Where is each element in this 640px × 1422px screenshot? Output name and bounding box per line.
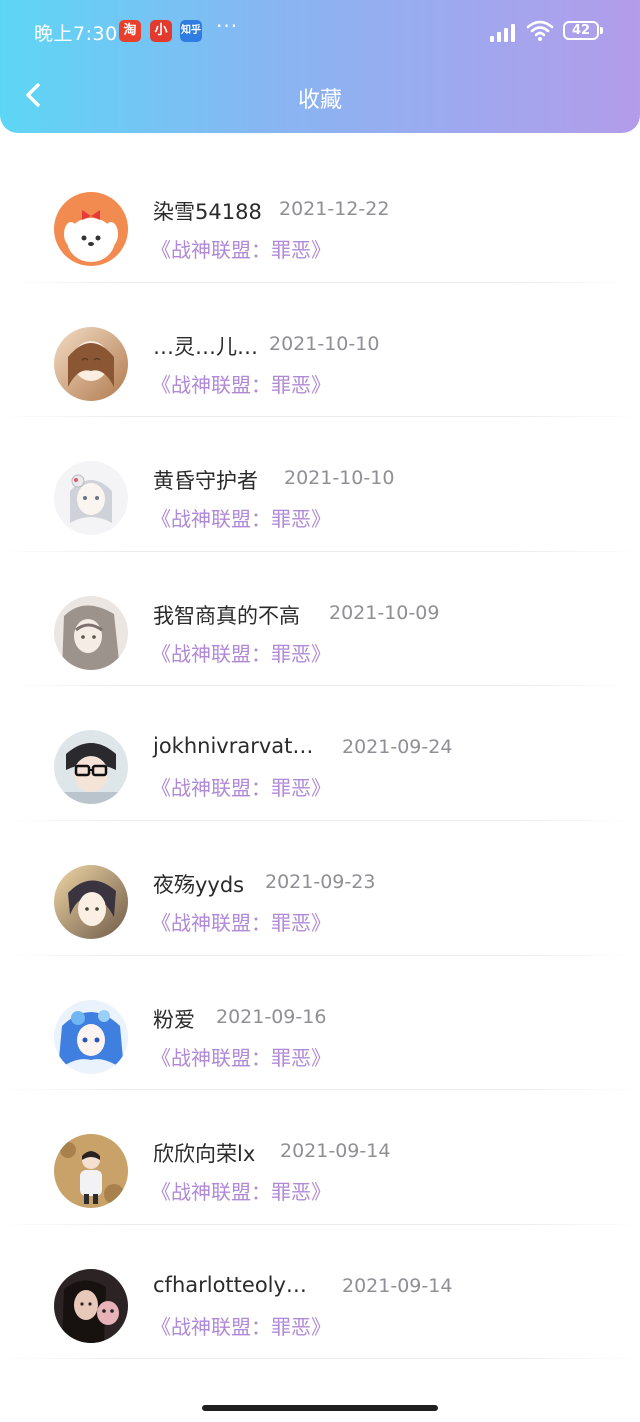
row-divider bbox=[0, 1358, 640, 1360]
signal-icon bbox=[490, 24, 515, 42]
work-title-link[interactable]: 《战神联盟：罪恶》 bbox=[151, 1042, 331, 1071]
avatar[interactable] bbox=[54, 1268, 128, 1343]
work-title-link[interactable]: 《战神联盟：罪恶》 bbox=[151, 772, 331, 801]
battery-tip bbox=[600, 27, 603, 34]
avatar-image bbox=[54, 326, 128, 401]
user-name[interactable]: 欣欣向荣lx bbox=[153, 1138, 255, 1168]
favorite-item[interactable]: 粉爱 2021-09-16 《战神联盟：罪恶》 bbox=[0, 955, 640, 1091]
work-title-link[interactable]: 《战神联盟：罪恶》 bbox=[151, 907, 331, 936]
favorite-item[interactable]: 黄昏守护者 2021-10-10 《战神联盟：罪恶》 bbox=[0, 417, 640, 552]
favorite-date: 2021-09-23 bbox=[265, 870, 376, 893]
work-title-link[interactable]: 《战神联盟：罪恶》 bbox=[151, 234, 331, 263]
avatar[interactable] bbox=[54, 461, 128, 536]
user-name[interactable]: jokhnivrarvat… bbox=[153, 734, 313, 758]
favorite-date: 2021-09-24 bbox=[342, 736, 453, 759]
work-title-link[interactable]: 《战神联盟：罪恶》 bbox=[151, 1311, 331, 1340]
avatar[interactable] bbox=[54, 864, 128, 939]
taobao-app-icon: 淘 bbox=[119, 20, 141, 42]
page-title: 收藏 bbox=[297, 88, 342, 113]
favorite-item[interactable]: 染雪54188 2021-12-22 《战神联盟：罪恶》 bbox=[0, 148, 640, 283]
user-name[interactable]: 夜殇yyds bbox=[153, 869, 244, 899]
work-title-link[interactable]: 《战神联盟：罪恶》 bbox=[151, 369, 331, 398]
zhihu-app-icon: 知乎 bbox=[180, 20, 202, 42]
user-name[interactable]: 黄昏守护者 bbox=[153, 465, 258, 495]
avatar[interactable] bbox=[54, 326, 128, 401]
avatar[interactable] bbox=[54, 595, 128, 670]
favorite-item[interactable]: 我智商真的不高 2021-10-09 《战神联盟：罪恶》 bbox=[0, 551, 640, 687]
work-title-link[interactable]: 《战神联盟：罪恶》 bbox=[151, 1176, 331, 1205]
avatar-image bbox=[54, 730, 128, 805]
favorite-date: 2021-10-10 bbox=[269, 332, 380, 355]
status-time: 晚上7:30 bbox=[34, 23, 118, 45]
battery-icon: 42 bbox=[563, 21, 599, 40]
favorite-date: 2021-09-14 bbox=[280, 1140, 391, 1163]
wifi-icon bbox=[526, 20, 554, 41]
avatar-image bbox=[54, 999, 128, 1074]
favorite-date: 2021-09-14 bbox=[342, 1274, 453, 1297]
more-notifications-icon: ··· bbox=[216, 14, 239, 38]
favorite-date: 2021-10-09 bbox=[329, 601, 440, 624]
avatar-image bbox=[54, 192, 128, 266]
user-name[interactable]: …灵…儿… bbox=[153, 331, 258, 361]
favorite-item[interactable]: cfharlotteoly… 2021-09-14 《战神联盟：罪恶》 bbox=[0, 1224, 640, 1360]
avatar-image bbox=[54, 595, 128, 670]
favorite-date: 2021-10-10 bbox=[284, 467, 395, 490]
avatar[interactable] bbox=[54, 999, 128, 1074]
avatar-image bbox=[54, 1134, 128, 1209]
avatar[interactable] bbox=[54, 1134, 128, 1209]
user-name[interactable]: cfharlotteoly… bbox=[153, 1273, 307, 1297]
user-name[interactable]: 染雪54188 bbox=[153, 196, 262, 226]
avatar-image bbox=[54, 1268, 128, 1343]
favorite-item[interactable]: 夜殇yyds 2021-09-23 《战神联盟：罪恶》 bbox=[0, 820, 640, 956]
header: 晚上7:30 淘 小 知乎 ··· 42 收藏 bbox=[0, 0, 640, 133]
work-title-link[interactable]: 《战神联盟：罪恶》 bbox=[151, 503, 331, 532]
work-title-link[interactable]: 《战神联盟：罪恶》 bbox=[151, 638, 331, 667]
favorite-item[interactable]: …灵…儿… 2021-10-10 《战神联盟：罪恶》 bbox=[0, 282, 640, 418]
avatar[interactable] bbox=[54, 192, 128, 266]
user-name[interactable]: 粉爱 bbox=[153, 1004, 195, 1034]
favorites-list: 染雪54188 2021-12-22 《战神联盟：罪恶》 …灵…儿… 2021-… bbox=[0, 148, 640, 1360]
favorite-item[interactable]: 欣欣向荣lx 2021-09-14 《战神联盟：罪恶》 bbox=[0, 1090, 640, 1225]
status-bar: 晚上7:30 淘 小 知乎 ··· 42 bbox=[0, 0, 640, 64]
xiaohongshu-app-icon: 小 bbox=[150, 20, 172, 42]
avatar-image bbox=[54, 461, 128, 536]
favorite-item[interactable]: jokhnivrarvat… 2021-09-24 《战神联盟：罪恶》 bbox=[0, 686, 640, 821]
avatar-image bbox=[54, 864, 128, 939]
avatar[interactable] bbox=[54, 730, 128, 805]
home-indicator[interactable] bbox=[202, 1405, 438, 1411]
favorite-date: 2021-12-22 bbox=[279, 198, 390, 220]
user-name[interactable]: 我智商真的不高 bbox=[153, 600, 300, 630]
favorite-date: 2021-09-16 bbox=[216, 1005, 327, 1028]
